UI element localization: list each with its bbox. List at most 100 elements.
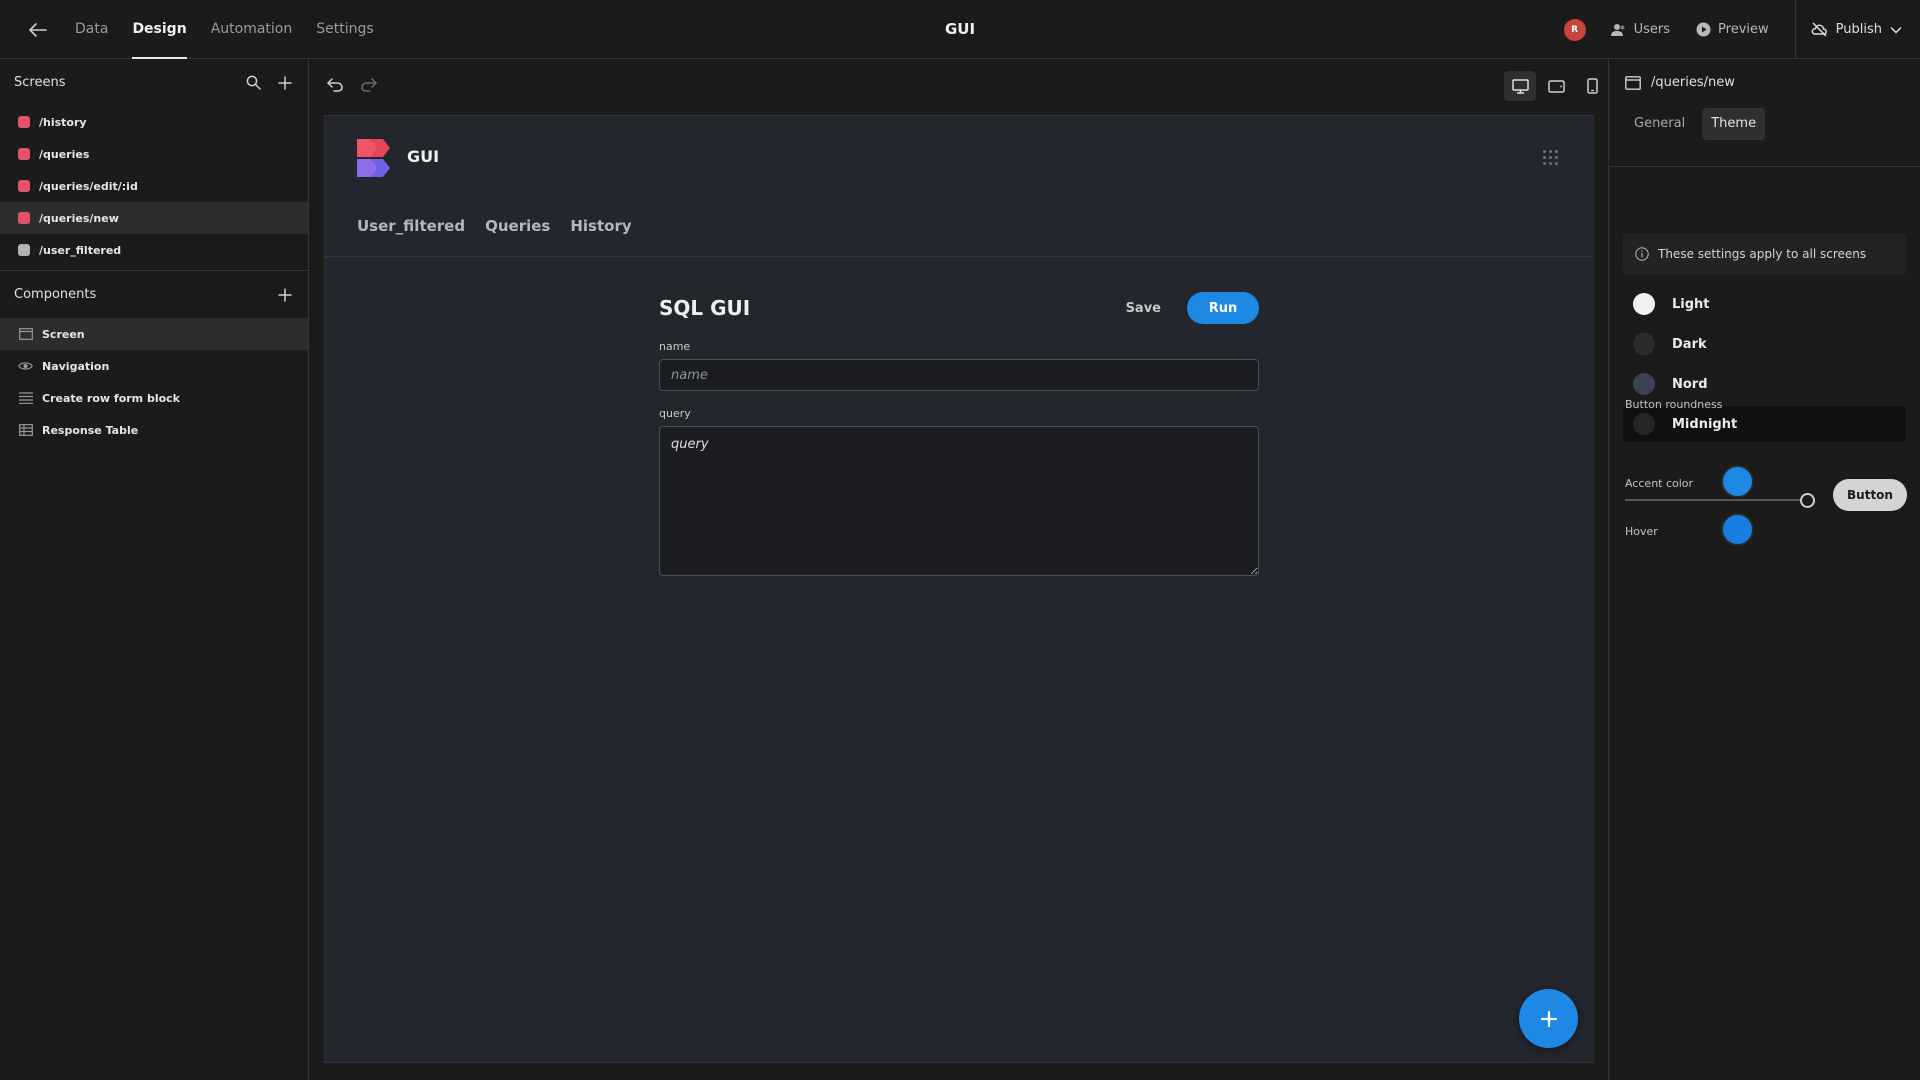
tab-general[interactable]: General [1625,108,1694,140]
device-switcher [1504,71,1608,101]
screen-item-history[interactable]: /history [0,106,308,138]
theme-option-dark[interactable]: Dark [1623,326,1906,362]
name-label: name [659,340,691,353]
screen-marker [18,148,30,160]
nav-link-user-filtered[interactable]: User_filtered [357,217,465,235]
mobile-icon[interactable] [1576,71,1608,101]
table-icon [18,423,33,437]
run-button[interactable]: Run [1187,292,1259,324]
query-label: query [659,407,691,420]
top-right-actions: R Users Preview Publish [1563,0,1920,59]
tab-automation[interactable]: Automation [211,0,293,59]
tab-design[interactable]: Design [132,0,187,59]
component-item-label: Response Table [42,423,139,437]
screen-marker [18,180,30,192]
form-actions: Save Run [1126,292,1259,324]
theme-option-light[interactable]: Light [1623,286,1906,322]
component-item-response-table[interactable]: Response Table [0,414,308,446]
app-name: GUI [407,147,440,166]
play-circle-icon [1696,22,1711,37]
theme-option-label: Midnight [1672,416,1738,432]
screen-item-user-filtered[interactable]: /user_filtered [0,234,308,266]
button-preview: Button [1833,479,1907,511]
settings-tabs: General Theme [1625,108,1766,140]
screen-item-label: /queries/edit/:id [39,179,138,193]
slider-track [1625,499,1805,501]
screen-marker [18,116,30,128]
info-text: These settings apply to all screens [1658,247,1867,261]
desktop-icon[interactable] [1504,71,1536,101]
save-button[interactable]: Save [1126,301,1161,316]
theme-option-label: Nord [1672,376,1708,392]
screen-icon [1625,75,1641,90]
info-icon [1635,247,1649,261]
screen-item-queries-edit[interactable]: /queries/edit/:id [0,170,308,202]
button-roundness-slider[interactable] [1625,493,1817,508]
screens-header: Screens [0,59,308,106]
screen-icon [18,327,33,341]
form-icon [18,391,33,405]
screen-item-queries[interactable]: /queries [0,138,308,170]
theme-option-label: Dark [1672,336,1707,352]
components-title: Components [14,287,97,302]
screen-item-label: /user_filtered [39,243,122,257]
component-item-label: Navigation [42,359,110,373]
screen-item-label: /queries [39,147,90,161]
component-item-label: Screen [42,327,85,341]
tab-data[interactable]: Data [75,0,108,59]
screen-marker [18,212,30,224]
cloud-off-icon [1811,22,1827,37]
nav-link-queries[interactable]: Queries [485,217,550,235]
theme-swatch [1633,373,1655,395]
left-panel: Screens /history /queries /queries/edit/… [0,59,309,1080]
info-banner: These settings apply to all screens [1623,233,1906,275]
query-textarea[interactable] [659,426,1259,576]
theme-option-nord[interactable]: Nord [1623,366,1906,402]
preview-button[interactable]: Preview [1696,22,1769,37]
component-item-form-block[interactable]: Create row form block [0,382,308,414]
app-title: GUI [944,20,976,38]
screens-title: Screens [14,75,66,90]
component-item-navigation[interactable]: Navigation [0,350,308,382]
hover-color-label: Hover [1625,525,1658,538]
undo-icon[interactable] [326,76,344,94]
component-item-screen[interactable]: Screen [0,318,308,350]
users-icon [1610,23,1625,36]
app-navigation: GUI User_filtered Queries History [325,116,1593,257]
eye-icon [18,359,33,373]
add-component-icon[interactable] [276,286,294,304]
button-roundness-label: Button roundness [1625,398,1723,411]
app-nav-links: User_filtered Queries History [357,217,632,235]
settings-path-label: /queries/new [1651,75,1735,90]
tab-settings[interactable]: Settings [316,0,373,59]
add-screen-icon[interactable] [276,74,294,92]
users-label: Users [1633,22,1671,37]
search-icon[interactable] [244,74,262,92]
top-bar: Data Design Automation Settings GUI R Us… [0,0,1920,59]
nav-link-history[interactable]: History [570,217,631,235]
back-arrow-icon[interactable] [26,18,50,42]
redo-icon[interactable] [360,76,378,94]
tab-theme[interactable]: Theme [1702,108,1766,140]
screen-item-queries-new[interactable]: /queries/new [0,202,308,234]
publish-button[interactable]: Publish [1794,0,1920,59]
add-component-fab[interactable] [1519,989,1578,1048]
hover-color-picker[interactable] [1721,513,1754,546]
component-tree: Screen Navigation Create row form block … [0,318,308,446]
chevron-down-icon [1890,26,1902,34]
screen-list: /history /queries /queries/edit/:id /que… [0,106,308,266]
accent-color-picker[interactable] [1721,465,1754,498]
avatar[interactable]: R [1563,18,1586,41]
tablet-icon[interactable] [1540,71,1572,101]
publish-label: Publish [1835,22,1882,37]
name-input[interactable] [659,359,1259,391]
component-item-label: Create row form block [42,391,180,405]
form-header: SQL GUI Save Run [659,292,1259,324]
drag-handle-icon[interactable] [1543,150,1559,166]
preview-label: Preview [1718,22,1769,37]
settings-path: /queries/new [1625,75,1735,90]
theme-option-midnight[interactable]: Midnight [1623,406,1906,442]
slider-thumb[interactable] [1800,493,1815,508]
users-button[interactable]: Users [1610,22,1671,37]
settings-header: /queries/new General Theme [1609,59,1920,167]
